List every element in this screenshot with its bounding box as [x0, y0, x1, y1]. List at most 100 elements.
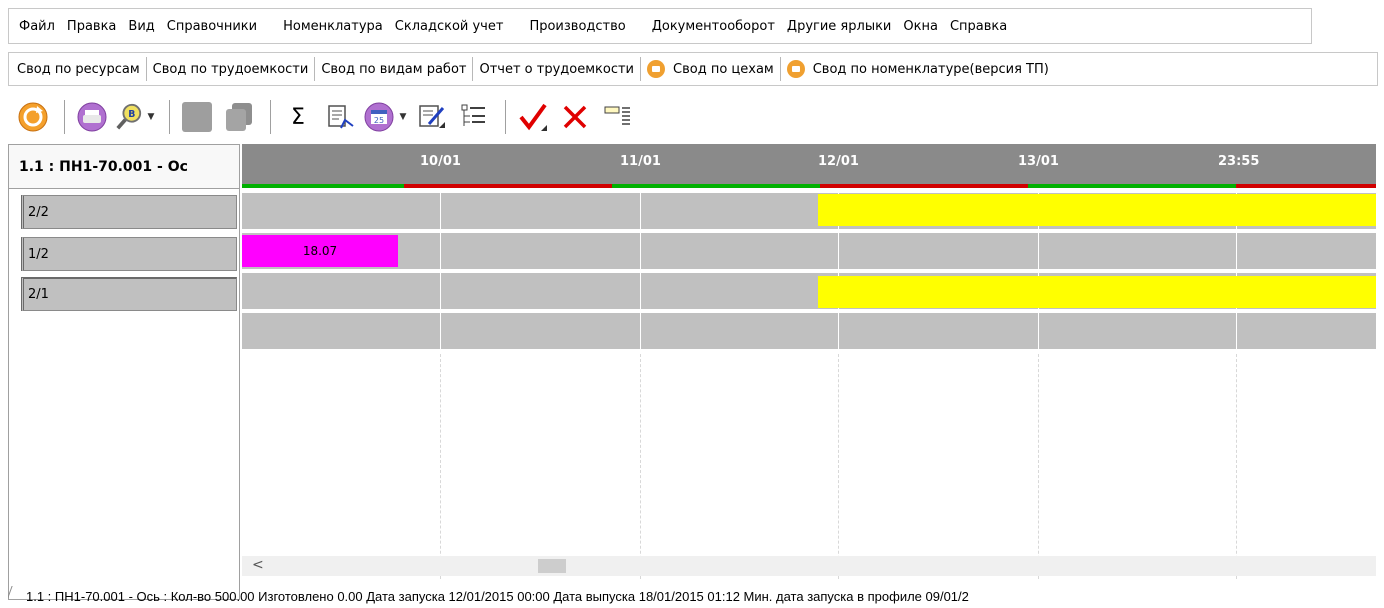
tab-nomenclature-summary[interactable]: Свод по номенклатуре(версия ТП)	[781, 57, 1055, 81]
column-settings-icon	[604, 106, 630, 125]
svg-text:B: B	[128, 109, 135, 120]
sigma-icon: Σ	[291, 104, 305, 130]
scroll-thumb[interactable]	[538, 559, 566, 573]
horizontal-scrollbar[interactable]: <	[242, 556, 1376, 576]
status-grip	[8, 586, 26, 606]
cancel-button[interactable]	[556, 98, 594, 136]
menu-documents[interactable]: Документооборот	[646, 19, 781, 34]
status-bar: 1.1 : ПН1-70.001 - Ось : Кол-во 500.00 И…	[8, 584, 1384, 608]
operation-label: 2/2	[28, 204, 49, 220]
toolbar: B ▼ Σ 25 ▼	[8, 92, 1378, 142]
search-button[interactable]: B	[115, 98, 143, 136]
tab-labor-report[interactable]: Отчет о трудоемкости	[473, 57, 641, 81]
operation-row[interactable]: 2/2	[21, 195, 237, 229]
confirm-button[interactable]	[514, 98, 552, 136]
gantt-bar[interactable]	[818, 276, 1376, 308]
search-b-icon: B	[116, 103, 142, 130]
operation-row[interactable]: 1/2	[21, 237, 237, 271]
scroll-left-arrow[interactable]: <	[252, 557, 264, 573]
toolbar-separator	[64, 100, 65, 134]
menu-edit[interactable]: Правка	[61, 19, 122, 34]
gantt-chart: 10/01 11/01 12/01 13/01 23:55 18.07	[242, 144, 1376, 579]
tab-label: Свод по цехам	[673, 61, 774, 77]
disabled-button-2[interactable]	[220, 98, 258, 136]
menu-windows[interactable]: Окна	[897, 19, 944, 34]
tab-work-types-summary[interactable]: Свод по видам работ	[315, 57, 474, 81]
status-segment	[1028, 184, 1236, 188]
operation-label: 2/1	[28, 287, 49, 302]
gantt-row[interactable]	[242, 313, 1376, 349]
menu-warehouse[interactable]: Складской учет	[389, 19, 510, 34]
timeline-date: 13/01	[1018, 154, 1059, 169]
tab-label: Свод по трудоемкости	[152, 61, 309, 77]
refresh-icon	[18, 102, 48, 132]
status-segment	[404, 184, 612, 188]
disabled-copy-icon	[226, 103, 252, 131]
date-gridline	[440, 188, 441, 353]
edit-doc-icon	[328, 105, 354, 129]
status-segment	[1236, 184, 1376, 188]
calendar-dropdown[interactable]: ▼	[395, 98, 411, 136]
calendar-icon: 25	[364, 102, 394, 132]
menu-nomenclature[interactable]: Номенклатура	[277, 19, 389, 34]
menu-help[interactable]: Справка	[944, 19, 1013, 34]
timeline-date: 12/01	[818, 154, 859, 169]
date-gridline	[640, 354, 641, 579]
menu-file[interactable]: Файл	[13, 19, 61, 34]
workshop-icon	[647, 60, 665, 78]
search-dropdown[interactable]: ▼	[143, 98, 159, 136]
tab-labor-summary[interactable]: Свод по трудоемкости	[147, 57, 316, 81]
calendar-button[interactable]: 25	[363, 98, 395, 136]
chevron-down-icon: ▼	[147, 112, 155, 122]
gantt-bar[interactable]	[818, 194, 1376, 226]
toolbar-separator	[270, 100, 271, 134]
tree-list-button[interactable]	[455, 98, 493, 136]
status-segment	[612, 184, 820, 188]
status-text: 1.1 : ПН1-70.001 - Ось : Кол-во 500.00 И…	[26, 588, 969, 604]
toolbar-separator	[505, 100, 506, 134]
left-panel: 1.1 : ПН1-70.001 - Ос 2/2 1/2 2/1	[8, 144, 240, 600]
check-icon	[519, 103, 547, 131]
timeline-date: 11/01	[620, 154, 661, 169]
timeline-date: 10/01	[420, 154, 461, 169]
tree-list-icon	[461, 104, 485, 126]
date-gridline	[440, 354, 441, 579]
shortcut-tabs: Свод по ресурсам Свод по трудоемкости Св…	[8, 52, 1378, 86]
print-button[interactable]	[73, 98, 111, 136]
bar-label: 18.07	[302, 244, 338, 258]
toolbar-separator	[169, 100, 170, 134]
operation-row[interactable]: 2/1	[21, 277, 237, 311]
menu-bar: Файл Правка Вид Справочники Номенклатура…	[8, 8, 1312, 44]
nomenclature-icon	[786, 60, 805, 78]
date-gridline	[1038, 354, 1039, 579]
menu-references[interactable]: Справочники	[161, 19, 263, 34]
timeline-header	[242, 144, 1376, 188]
operation-label: 1/2	[28, 246, 49, 262]
svg-text:25: 25	[374, 116, 384, 125]
gantt-row[interactable]	[242, 233, 1376, 269]
sum-button[interactable]: Σ	[279, 98, 317, 136]
refresh-button[interactable]	[14, 98, 52, 136]
tab-label: Свод по номенклатуре(версия ТП)	[812, 61, 1049, 77]
date-gridline	[1236, 354, 1237, 579]
edit-form-icon	[419, 105, 445, 128]
tab-resources-summary[interactable]: Свод по ресурсам	[11, 57, 147, 81]
tab-label: Свод по ресурсам	[17, 61, 140, 77]
close-icon	[563, 105, 587, 129]
edit-doc-button[interactable]	[321, 98, 359, 136]
status-segment	[820, 184, 1028, 188]
tab-label: Отчет о трудоемкости	[479, 61, 634, 77]
tab-workshops-summary[interactable]: Свод по цехам	[641, 57, 781, 81]
menu-other-shortcuts[interactable]: Другие ярлыки	[781, 19, 897, 34]
menu-view[interactable]: Вид	[122, 19, 160, 34]
date-gridline	[838, 354, 839, 579]
menu-production[interactable]: Производство	[523, 19, 631, 34]
disabled-button-1[interactable]	[178, 98, 216, 136]
column-settings-button[interactable]	[598, 98, 636, 136]
date-gridline	[640, 188, 641, 353]
order-header: 1.1 : ПН1-70.001 - Ос	[9, 145, 239, 189]
timeline-date: 23:55	[1218, 154, 1260, 169]
gantt-bar[interactable]: 18.07	[242, 235, 398, 267]
edit-form-button[interactable]	[413, 98, 451, 136]
disabled-square-icon	[182, 102, 212, 132]
